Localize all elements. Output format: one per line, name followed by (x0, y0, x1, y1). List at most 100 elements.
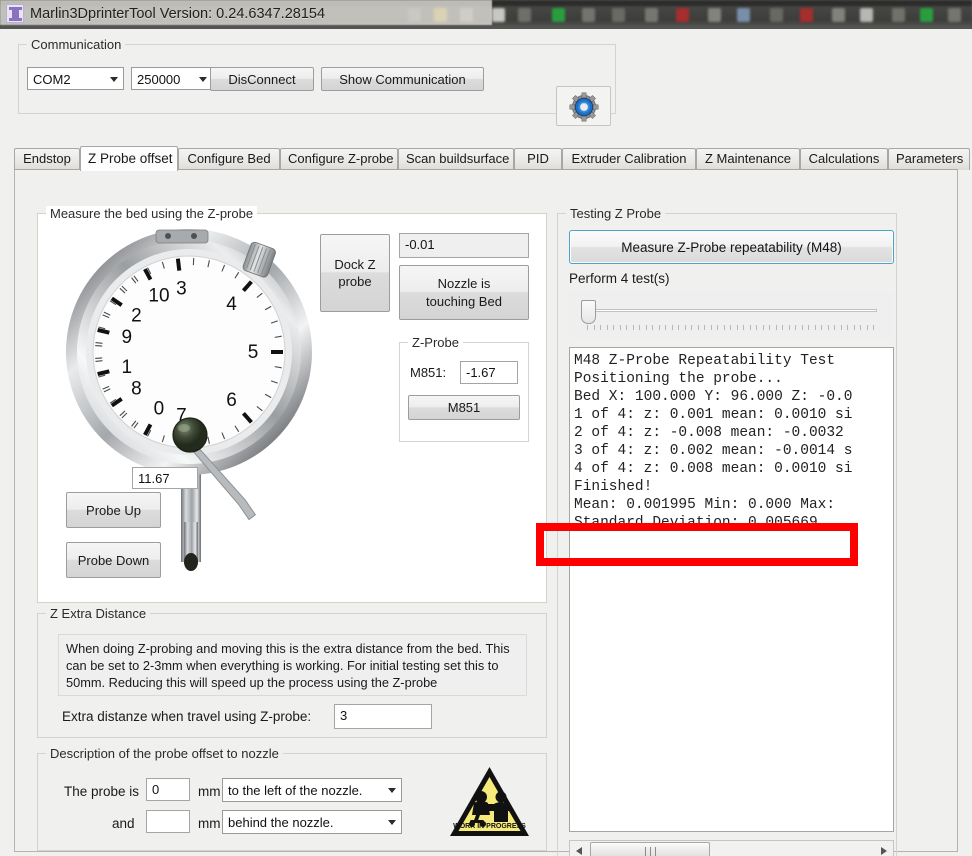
z-extra-distance-group: Z Extra Distance When doing Z-probing an… (37, 606, 547, 738)
tab-parameters[interactable]: Parameters (888, 148, 970, 170)
dial-reading-value[interactable]: 11.67 (132, 467, 198, 489)
work-in-progress-label: WORK IN PROGRESS (453, 823, 526, 830)
dial-gauge-svg: 012345678910 (66, 229, 312, 571)
title-bar: Marlin3DprinterTool Version: 0.24.6347.2… (0, 0, 972, 29)
slider-thumb[interactable] (581, 300, 596, 324)
desktop-icon (645, 8, 658, 22)
tab-extruder-calibration[interactable]: Extruder Calibration (562, 148, 696, 170)
measure-bed-caption: Measure the bed using the Z-probe (46, 206, 258, 221)
dial-tick-label: 9 (122, 327, 133, 348)
nozzle-touching-bed-line2: touching Bed (426, 293, 502, 309)
tab-configure-bed[interactable]: Configure Bed (178, 148, 280, 170)
dock-z-probe-label-line1: Dock Z (334, 257, 376, 272)
chevron-down-icon (388, 820, 396, 825)
desktop-icon (860, 8, 873, 22)
console-line: 1 of 4: z: 0.001 mean: 0.0010 si (574, 407, 853, 423)
measure-repeatability-button[interactable]: Measure Z-Probe repeatability (M48) (569, 230, 894, 264)
desktop-icon (708, 8, 721, 22)
com-port-select[interactable]: COM2 (27, 67, 124, 90)
probe-up-button[interactable]: Probe Up (66, 492, 161, 528)
extra-distance-input[interactable]: 3 (334, 704, 432, 729)
console-horizontal-scrollbar[interactable] (569, 840, 894, 856)
perform-tests-label: Perform 4 test(s) (569, 271, 670, 286)
baud-rate-value: 250000 (137, 72, 181, 87)
slider-track (587, 309, 877, 312)
z-offset-readout: -0.01 (399, 233, 529, 258)
probe-offset-caption: Description of the probe offset to nozzl… (46, 746, 283, 761)
console-line: 2 of 4: z: -0.008 mean: -0.0032 (574, 425, 844, 441)
app-icon (6, 4, 24, 23)
probe-offset-x-unit: mm (198, 784, 221, 799)
triangle-right-icon (881, 847, 887, 855)
console-line: Bed X: 100.000 Y: 96.000 Z: -0.0 (574, 389, 853, 405)
dial-tick-label: 5 (248, 342, 259, 363)
desktop-icon (582, 8, 595, 22)
dial-tick-label: 0 (154, 399, 165, 420)
probe-offset-description-group: Description of the probe offset to nozzl… (37, 746, 547, 851)
console-line: M48 Z-Probe Repeatability Test (574, 353, 836, 369)
m851-button[interactable]: M851 (408, 395, 520, 420)
console-line: 4 of 4: z: 0.008 mean: 0.0010 si (574, 461, 853, 477)
dial-tick-label: 10 (148, 285, 169, 306)
triangle-left-icon (576, 847, 582, 855)
tab-z-probe-offset[interactable]: Z Probe offset (80, 146, 178, 171)
communication-group: Communication COM2 250000 DisConnect Sho… (18, 37, 616, 114)
dial-indicator: 0 1 2 3 4 5 6 7 8 9 10 11.67 (46, 222, 336, 582)
baud-rate-select[interactable]: 250000 (131, 67, 213, 90)
probe-and-label: and (112, 816, 135, 831)
tab-calculations[interactable]: Calculations (800, 148, 888, 170)
probe-offset-y-unit: mm (198, 816, 221, 831)
nozzle-touching-bed-button[interactable]: Nozzle is touching Bed (399, 265, 529, 320)
com-port-value: COM2 (33, 72, 71, 87)
tab-scan-buildsurface[interactable]: Scan buildsurface (398, 148, 514, 170)
scroll-left-button[interactable] (570, 841, 588, 856)
probe-offset-y-input[interactable] (146, 810, 190, 833)
grip-icon (645, 847, 656, 856)
disconnect-button[interactable]: DisConnect (210, 67, 314, 91)
probe-offset-x-input[interactable]: 0 (146, 778, 190, 801)
m851-value-input[interactable]: -1.67 (460, 361, 518, 384)
scroll-right-button[interactable] (875, 841, 893, 856)
probe-offset-x-direction-select[interactable]: to the left of the nozzle. (222, 778, 402, 802)
desktop-icon (518, 8, 531, 22)
m48-output-console[interactable]: M48 Z-Probe Repeatability Test Positionin… (569, 347, 894, 832)
slider-ticks (587, 325, 879, 331)
tab-endstop[interactable]: Endstop (14, 148, 80, 170)
chevron-down-icon (110, 77, 118, 82)
tab-z-maintenance[interactable]: Z Maintenance (696, 148, 800, 170)
dock-z-probe-label-line2: probe (338, 274, 372, 289)
show-communication-button[interactable]: Show Communication (321, 67, 484, 91)
test-count-slider[interactable] (569, 292, 894, 338)
console-line: Finished! (574, 479, 653, 495)
tab-pid[interactable]: PID (514, 148, 562, 170)
probe-offset-y-direction-value: behind the nozzle. (228, 815, 334, 830)
tab-configure-z-probe[interactable]: Configure Z-probe (280, 148, 398, 170)
dock-z-probe-button[interactable]: Dock Z probe (320, 234, 390, 312)
settings-button[interactable] (556, 86, 611, 126)
scrollbar-thumb[interactable] (590, 842, 710, 856)
z-probe-subgroup-caption: Z-Probe (408, 335, 463, 350)
desktop-icon (892, 8, 905, 22)
dial-tick-label: 8 (131, 379, 142, 400)
dial-tick-label: 3 (176, 278, 187, 299)
desktop-icon (612, 8, 625, 22)
tab-bar: Endstop Z Probe offset Configure Bed Con… (14, 146, 970, 171)
desktop-icon (800, 8, 813, 22)
client-area: Communication COM2 250000 DisConnect Sho… (0, 29, 972, 856)
desktop-icon (552, 8, 565, 22)
desktop-icon (770, 8, 783, 22)
console-line: Positioning the probe... (574, 371, 783, 387)
desktop-icon (948, 8, 961, 22)
probe-down-button[interactable]: Probe Down (66, 542, 161, 578)
probe-is-label: The probe is (64, 784, 140, 799)
m851-label: M851: (410, 365, 447, 380)
dial-tick-label: 6 (226, 390, 237, 411)
tab-page-z-probe-offset: Measure the bed using the Z-probe 0 1 2 … (14, 169, 958, 856)
dial-tick-label: 1 (122, 357, 133, 378)
communication-caption: Communication (27, 37, 126, 52)
z-probe-subgroup: Z-Probe M851: -1.67 M851 (399, 335, 529, 442)
probe-offset-y-direction-select[interactable]: behind the nozzle. (222, 810, 402, 834)
extra-distance-label: Extra distanze when travel using Z-probe… (62, 709, 312, 724)
work-in-progress-icon: WORK IN PROGRESS (450, 767, 529, 836)
testing-z-probe-caption: Testing Z Probe (566, 206, 666, 221)
